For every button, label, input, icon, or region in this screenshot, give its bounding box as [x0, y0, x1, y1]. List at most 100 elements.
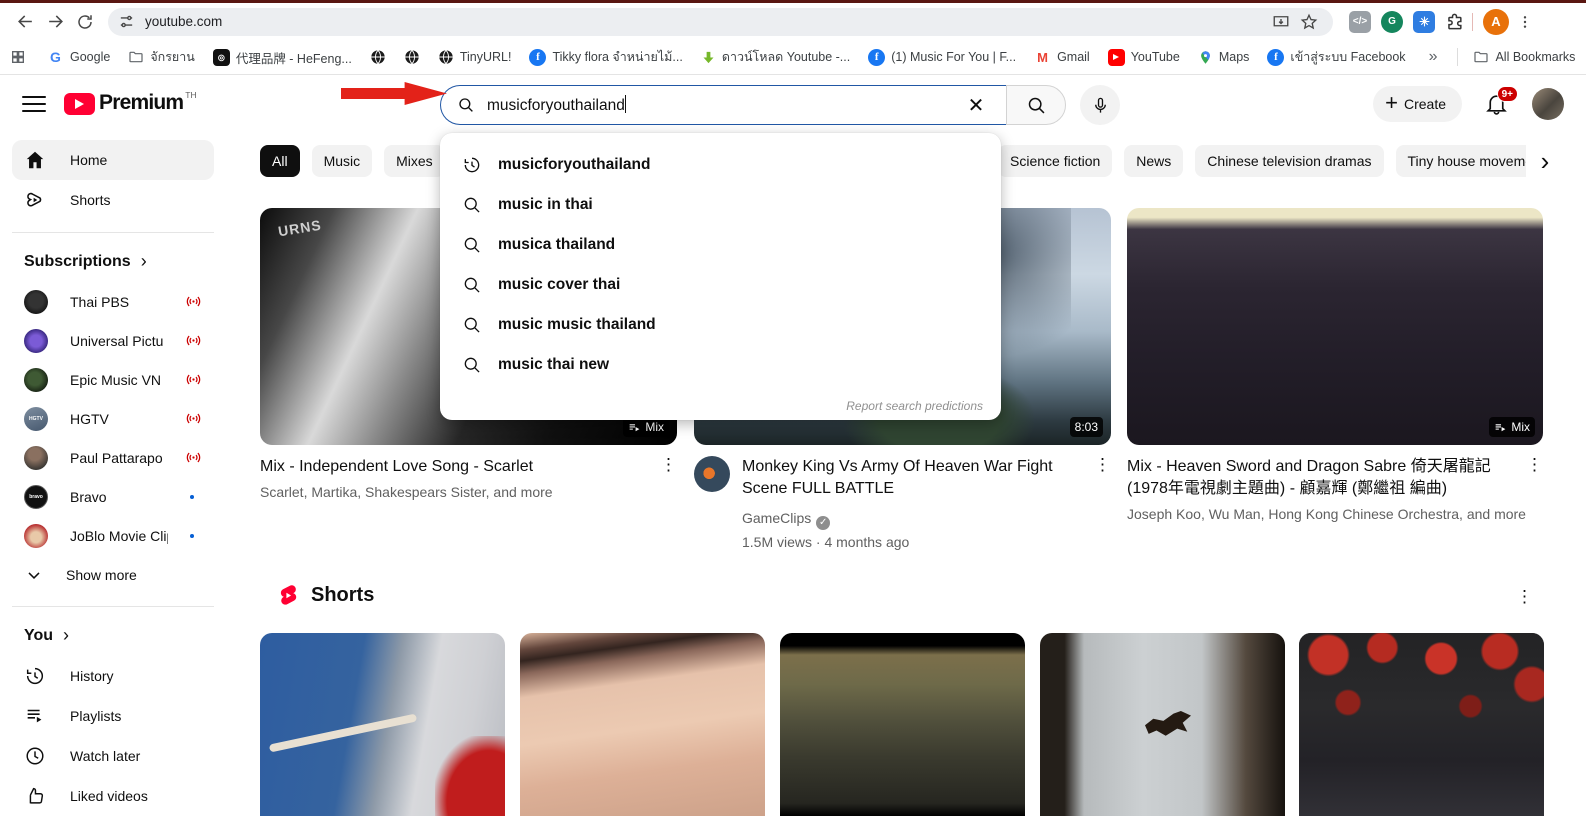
suggestion-item[interactable]: musicforyouthailand — [440, 145, 1001, 185]
subscriptions-header[interactable]: Subscriptions › — [12, 245, 214, 282]
sidebar-item-history[interactable]: History — [12, 656, 214, 696]
show-more-button[interactable]: Show more — [12, 555, 214, 594]
bookmark-tikky-flora[interactable]: f Tikky flora จำหน่ายไม้... — [529, 47, 682, 67]
sidebar-channel-epic-music-vn[interactable]: Epic Music VN — [12, 360, 214, 399]
you-header[interactable]: You › — [12, 619, 214, 656]
sidebar-item-watch-later[interactable]: Watch later — [12, 736, 214, 776]
search-input[interactable]: musicforyouthailand ✕ — [440, 85, 1006, 125]
clear-search-button[interactable]: ✕ — [960, 89, 992, 121]
channel-avatar[interactable] — [694, 456, 730, 492]
create-button[interactable]: + Create — [1373, 86, 1462, 122]
install-app-button[interactable] — [1267, 8, 1295, 36]
search-button[interactable] — [1006, 85, 1066, 125]
channel-avatar: HGTV — [24, 407, 48, 431]
video-title[interactable]: Monkey King Vs Army Of Heaven War FightS… — [742, 456, 1082, 500]
chip-mixes[interactable]: Mixes — [384, 145, 445, 177]
browser-menu-button[interactable] — [1515, 8, 1535, 36]
country-code: TH — [185, 90, 196, 100]
extensions-button[interactable] — [1440, 8, 1468, 36]
forward-button[interactable] — [40, 7, 70, 37]
report-search-predictions-link[interactable]: Report search predictions — [846, 399, 983, 413]
search-query-text: musicforyouthailand — [487, 95, 960, 115]
chip-music[interactable]: Music — [312, 145, 373, 177]
bookmark-hefeng[interactable]: ◎ 代理品牌 - HeFeng... — [213, 48, 352, 67]
video-card-2[interactable]: Monkey King Vs Army Of Heaven War FightS… — [694, 456, 1111, 552]
sidebar: Home Shorts Subscriptions › Thai PBS Uni… — [0, 132, 226, 816]
video-thumbnail[interactable]: Mix — [1127, 208, 1543, 445]
short-thumbnail-5[interactable] — [1299, 633, 1544, 816]
sidebar-item-liked-videos[interactable]: Liked videos — [12, 776, 214, 816]
short-thumbnail-4[interactable] — [1040, 633, 1285, 816]
bookmark-globe-2[interactable] — [404, 49, 420, 65]
duration-badge: 8:03 — [1070, 417, 1103, 437]
video-title[interactable]: Mix - Heaven Sword and Dragon Sabre 倚天屠龍… — [1127, 456, 1526, 500]
bookmark-google[interactable]: G Google — [47, 49, 110, 66]
suggestion-item[interactable]: music cover thai — [440, 265, 1001, 305]
sidebar-channel-bravo[interactable]: bravo Bravo — [12, 477, 214, 516]
guide-menu-button[interactable] — [22, 92, 46, 116]
url-bar[interactable]: youtube.com — [108, 8, 1333, 36]
youtube-premium-logo[interactable]: Premium TH — [64, 90, 197, 115]
all-bookmarks-button[interactable]: All Bookmarks — [1473, 49, 1575, 65]
sidebar-item-shorts[interactable]: Shorts — [12, 180, 214, 220]
bookmark-maps[interactable]: Maps — [1198, 50, 1250, 65]
notifications-button[interactable]: 9+ — [1484, 91, 1510, 117]
video-menu-button[interactable]: ⋮ — [660, 456, 677, 502]
video-subtitle[interactable]: Scarlet, Martika, Shakespears Sister, an… — [260, 482, 660, 502]
bookmark-folder-jakrayan[interactable]: จักรยาน — [128, 47, 195, 67]
snowflake-extension-icon[interactable] — [1413, 11, 1435, 33]
reload-button[interactable] — [70, 7, 100, 37]
video-title[interactable]: Mix - Independent Love Song - Scarlet — [260, 456, 660, 478]
grammarly-extension-icon[interactable]: G — [1381, 11, 1403, 33]
forward-icon — [46, 12, 65, 31]
short-thumbnail-2[interactable] — [520, 633, 765, 816]
sidebar-channel-hgtv[interactable]: HGTV HGTV — [12, 399, 214, 438]
video-subtitle[interactable]: Joseph Koo, Wu Man, Hong Kong Chinese Or… — [1127, 504, 1526, 524]
bookmark-star-button[interactable] — [1295, 8, 1323, 36]
chip-news[interactable]: News — [1124, 145, 1183, 177]
channel-name[interactable]: GameClips✓ — [742, 508, 1082, 530]
back-button[interactable] — [10, 7, 40, 37]
bookmark-music-for-you[interactable]: f (1) Music For You | F... — [868, 49, 1016, 66]
video-card-3[interactable]: Mix - Heaven Sword and Dragon Sabre 倚天屠龍… — [1127, 456, 1543, 524]
puzzle-icon — [1445, 12, 1464, 31]
chip-tiny-house[interactable]: Tiny house movement — [1396, 145, 1527, 177]
sidebar-item-playlists[interactable]: Playlists — [12, 696, 214, 736]
video-menu-button[interactable]: ⋮ — [1526, 456, 1543, 524]
bookmark-download-youtube[interactable]: ดาวน์โหลด Youtube -... — [701, 47, 850, 67]
chips-scroll-right-button[interactable]: › — [1530, 146, 1560, 176]
bookmark-tinyurl[interactable]: TinyURL! — [438, 49, 512, 65]
suggestion-item[interactable]: music thai new — [440, 345, 1001, 385]
short-thumbnail-1[interactable] — [260, 633, 505, 816]
new-content-dot — [190, 534, 194, 538]
shorts-section-menu-button[interactable]: ⋮ — [1516, 588, 1533, 605]
account-avatar[interactable] — [1532, 88, 1564, 120]
bookmark-gmail[interactable]: M Gmail — [1034, 49, 1090, 66]
video-menu-button[interactable]: ⋮ — [1094, 456, 1111, 552]
bookmark-facebook-login[interactable]: f เข้าสู่ระบบ Facebook — [1267, 47, 1405, 67]
video-card-1[interactable]: Mix - Independent Love Song - Scarlet Sc… — [260, 456, 677, 502]
voice-search-button[interactable] — [1080, 85, 1120, 125]
live-icon — [185, 410, 202, 427]
reload-icon — [76, 13, 94, 31]
sidebar-channel-paul-pattarapon[interactable]: Paul Pattarapon ... — [12, 438, 214, 477]
chip-all[interactable]: All — [260, 145, 300, 177]
bookmark-globe-1[interactable] — [370, 49, 386, 65]
chip-science-fiction[interactable]: Science fiction — [998, 145, 1112, 177]
suggestion-item[interactable]: musica thailand — [440, 225, 1001, 265]
sidebar-item-home[interactable]: Home — [12, 140, 214, 180]
short-thumbnail-3[interactable] — [780, 633, 1025, 816]
apps-grid-button[interactable] — [10, 43, 26, 71]
code-extension-icon[interactable]: </> — [1349, 11, 1371, 33]
suggestion-item[interactable]: music in thai — [440, 185, 1001, 225]
sidebar-channel-universal[interactable]: Universal Picture... — [12, 321, 214, 360]
live-icon — [185, 293, 202, 310]
bookmarks-overflow-button[interactable]: » — [1429, 48, 1438, 66]
sidebar-channel-joblo[interactable]: JoBlo Movie Clips — [12, 516, 214, 555]
playlists-icon — [24, 705, 46, 727]
chip-chinese-tv-dramas[interactable]: Chinese television dramas — [1195, 145, 1383, 177]
bookmark-youtube[interactable]: YouTube — [1108, 49, 1180, 66]
sidebar-channel-thai-pbs[interactable]: Thai PBS — [12, 282, 214, 321]
browser-profile-avatar[interactable]: A — [1483, 9, 1509, 35]
suggestion-item[interactable]: music music thailand — [440, 305, 1001, 345]
